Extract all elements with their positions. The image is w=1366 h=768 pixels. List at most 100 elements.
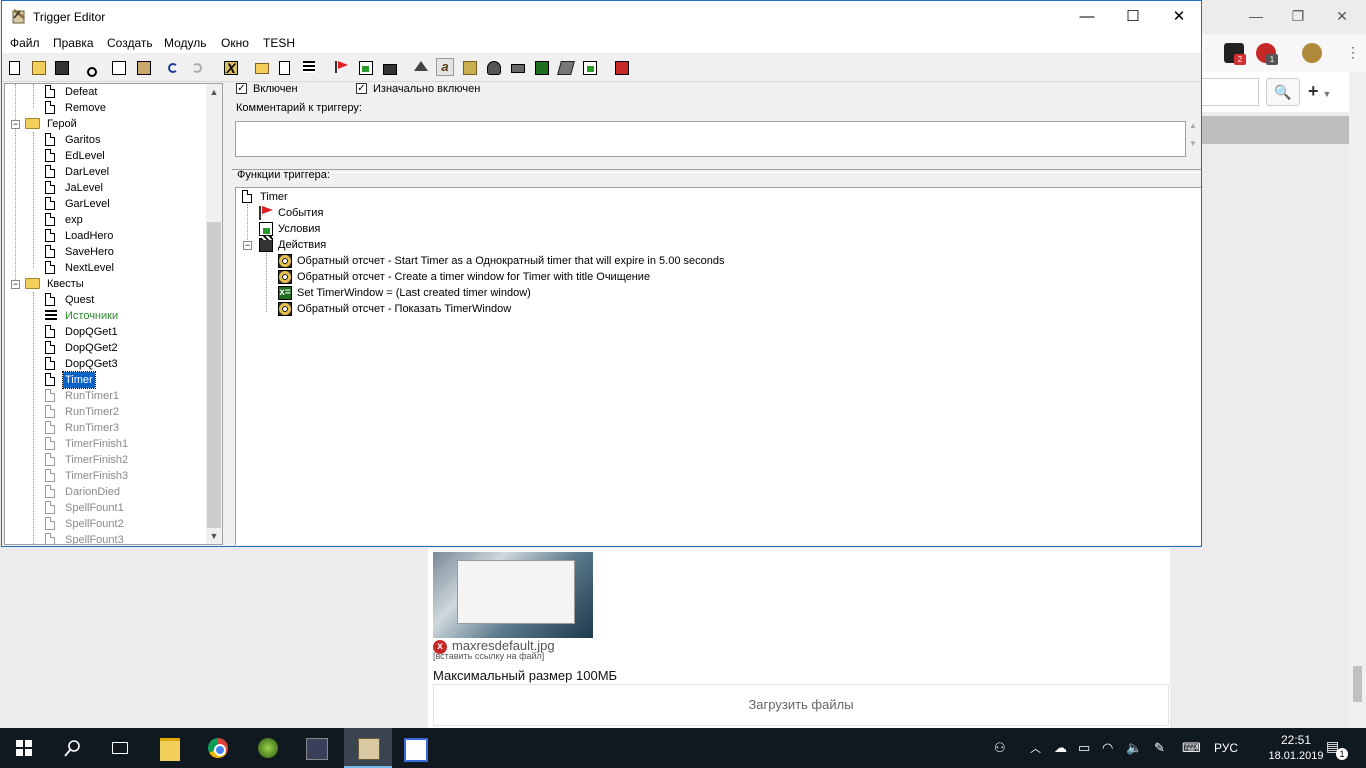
terrain-editor-icon[interactable] <box>412 58 430 76</box>
volume-icon[interactable]: 🔈 <box>1126 740 1142 756</box>
adblock-badge: 1 <box>1266 54 1278 65</box>
comment-textarea[interactable] <box>235 121 1186 157</box>
redo-icon <box>189 58 207 76</box>
campaign-editor-icon[interactable] <box>508 58 526 76</box>
close-button[interactable]: ✕ <box>1156 1 1202 32</box>
chrome-button[interactable] <box>194 728 242 768</box>
trigger-icon <box>45 213 55 226</box>
new-condition-icon[interactable] <box>356 58 374 76</box>
add-button[interactable]: + ▼ <box>1308 78 1348 104</box>
tree-item-label: Квесты <box>47 278 84 290</box>
insert-link-text[interactable]: [вставить ссылку на файл] <box>433 651 544 661</box>
browser-restore-button[interactable]: ❐ <box>1286 6 1310 26</box>
initially-on-checkbox[interactable]: ✓ <box>356 83 367 94</box>
trigger-icon <box>45 437 55 450</box>
toolbar: X a <box>2 55 1201 82</box>
start-button[interactable] <box>0 728 48 768</box>
scroll-down-icon[interactable]: ▼ <box>206 528 222 544</box>
trigger-icon <box>45 533 55 544</box>
browser-scrollbar[interactable] <box>1349 72 1366 728</box>
new-event-icon[interactable] <box>332 58 350 76</box>
initially-on-label: Изначально включен <box>373 83 481 95</box>
scroll-up-icon[interactable]: ▲ <box>206 84 222 100</box>
title-bar[interactable]: Trigger Editor — ☐ ✕ <box>2 1 1201 32</box>
trigger-icon <box>45 245 55 258</box>
pane-splitter[interactable] <box>224 83 232 545</box>
input-language[interactable]: РУС <box>1214 741 1238 755</box>
task-view-button[interactable] <box>96 728 144 768</box>
ai-editor-icon[interactable] <box>532 58 550 76</box>
search-button[interactable]: 🔍 <box>1266 78 1300 106</box>
maximize-button[interactable]: ☐ <box>1110 1 1156 32</box>
save-icon[interactable] <box>52 58 70 76</box>
browser-scroll-thumb[interactable] <box>1353 666 1362 702</box>
undo-icon[interactable] <box>165 58 183 76</box>
trigger-functions-tree[interactable]: Timer События Условия − Действия Обратны… <box>235 187 1201 545</box>
upload-files-button[interactable]: Загрузить файлы <box>433 684 1169 726</box>
profile-avatar[interactable] <box>1302 43 1322 63</box>
paste-icon[interactable] <box>134 58 152 76</box>
menu-create[interactable]: Создать <box>107 36 153 50</box>
menu-window[interactable]: Окно <box>221 36 249 50</box>
clock-date[interactable]: 18.01.2019 <box>1266 750 1326 762</box>
new-trigger-icon[interactable] <box>276 58 294 76</box>
browser-close-button[interactable]: ✕ <box>1330 6 1354 26</box>
menu-file[interactable]: Файл <box>10 36 40 50</box>
battery-icon[interactable]: ▭ <box>1078 740 1090 756</box>
timer-icon <box>278 270 292 284</box>
trigger-icon <box>45 389 55 402</box>
file-explorer-button[interactable] <box>146 728 194 768</box>
menu-tesh[interactable]: TESH <box>263 36 295 50</box>
object-editor-icon[interactable] <box>484 58 502 76</box>
keyboard-icon[interactable]: ⌨ <box>1182 740 1201 756</box>
new-action-icon[interactable] <box>380 58 398 76</box>
new-comment-icon[interactable] <box>300 58 318 76</box>
trigger-icon <box>45 501 55 514</box>
collapse-icon[interactable]: − <box>243 241 252 250</box>
set-variable-icon: x= <box>278 286 292 300</box>
show-hidden-icons-icon[interactable]: ︿ <box>1030 740 1041 756</box>
enabled-checkbox[interactable]: ✓ <box>236 83 247 94</box>
menu-edit[interactable]: Правка <box>53 36 94 50</box>
browser-minimize-button[interactable]: — <box>1244 6 1268 26</box>
tree-scrollbar[interactable]: ▲ ▼ <box>206 84 222 544</box>
tree-item-label: SaveHero <box>65 246 114 258</box>
jass-icon[interactable]: X <box>221 58 239 76</box>
warcraft-button[interactable] <box>292 728 340 768</box>
comment-scrollbar[interactable]: ▲ ▼ <box>1187 121 1199 157</box>
clock-time[interactable]: 22:51 <box>1266 733 1326 747</box>
collapse-icon[interactable]: − <box>11 120 20 129</box>
screenshot-tool-button[interactable] <box>390 728 438 768</box>
sound-editor-icon[interactable] <box>460 58 478 76</box>
attachment-thumbnail[interactable] <box>433 552 593 638</box>
minimize-button[interactable]: — <box>1064 1 1110 32</box>
tree-item-label: LoadHero <box>65 230 114 242</box>
cut-icon[interactable] <box>84 58 102 77</box>
trigger-tree[interactable]: Defeat Remove − Герой Garitos EdLevel DarLevel… <box>4 83 223 545</box>
import-manager-icon[interactable] <box>580 58 598 76</box>
people-icon[interactable]: ⚇ <box>994 740 1006 756</box>
browser-menu-icon[interactable]: ⋮ <box>1346 44 1360 61</box>
trigger-icon <box>45 373 55 386</box>
trigger-editor-taskbar-button[interactable] <box>344 728 392 768</box>
copy-icon[interactable] <box>109 58 127 76</box>
collapse-icon[interactable]: − <box>11 280 20 289</box>
pen-icon[interactable]: ✎ <box>1154 740 1165 756</box>
new-category-icon[interactable] <box>252 58 270 76</box>
folder-icon <box>160 738 180 761</box>
actions-label: Действия <box>278 239 327 251</box>
object-manager-icon[interactable] <box>556 58 575 76</box>
trigger-icon <box>242 190 252 203</box>
trigger-editor-icon[interactable]: a <box>436 58 454 76</box>
open-icon[interactable] <box>29 58 47 76</box>
onedrive-icon[interactable]: ☁ <box>1054 740 1067 756</box>
search-input[interactable] <box>1200 78 1259 106</box>
worldedit-button[interactable] <box>244 728 292 768</box>
new-icon[interactable] <box>6 58 24 76</box>
trigger-editor-window: Trigger Editor — ☐ ✕ Файл Правка Создать… <box>1 0 1202 547</box>
search-taskbar-button[interactable] <box>48 728 96 768</box>
tree-scroll-thumb[interactable] <box>207 222 221 528</box>
menu-module[interactable]: Модуль <box>164 36 207 50</box>
wifi-icon[interactable]: ◠ <box>1102 740 1113 756</box>
test-map-icon[interactable] <box>612 58 630 76</box>
